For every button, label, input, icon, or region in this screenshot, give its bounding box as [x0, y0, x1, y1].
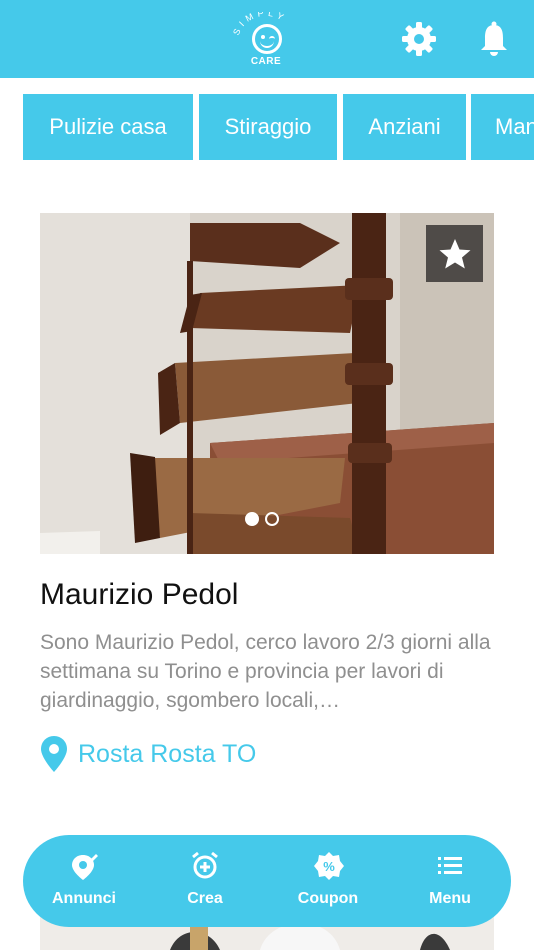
app-header: SIMPLY CARE — [0, 0, 534, 78]
tab-pulizie-casa[interactable]: Pulizie casa — [23, 94, 193, 160]
svg-text:%: % — [323, 859, 335, 874]
nav-menu-label: Menu — [429, 890, 471, 907]
nav-coupon-label: Coupon — [297, 890, 359, 907]
smiley-icon — [252, 24, 282, 54]
percent-badge-icon: % — [314, 852, 344, 880]
bottom-navigation: Annunci Crea % Coupon Menu — [23, 835, 511, 927]
tab-man[interactable]: Man — [471, 94, 534, 160]
nav-crea-label: Crea — [187, 890, 223, 907]
location-label: Rosta Rosta TO — [78, 739, 257, 768]
logo-sub-label: CARE — [250, 56, 282, 67]
listing-title[interactable]: Maurizio Pedol — [40, 578, 238, 612]
simply-care-logo: SIMPLY CARE — [232, 12, 300, 70]
nav-annunci[interactable]: Annunci — [34, 835, 134, 927]
listing-description: Sono Maurizio Pedol, cerco lavoro 2/3 gi… — [40, 631, 491, 712]
tag-edit-icon — [72, 854, 98, 880]
star-icon — [439, 238, 470, 268]
nav-menu[interactable]: Menu — [400, 835, 500, 927]
listing-location[interactable]: Rosta Rosta TO — [40, 734, 256, 774]
bell-icon[interactable] — [475, 20, 513, 58]
tab-stiraggio[interactable]: Stiraggio — [199, 94, 337, 160]
tab-anziani[interactable]: Anziani — [343, 94, 466, 160]
gear-icon[interactable] — [400, 20, 438, 58]
carousel-dot-2[interactable] — [265, 512, 279, 526]
location-pin-icon — [41, 736, 67, 772]
alarm-add-icon — [192, 851, 218, 879]
nav-coupon[interactable]: % Coupon — [278, 835, 378, 927]
list-icon — [438, 857, 462, 874]
category-tabs: Pulizie casa Stiraggio Anziani Man — [0, 94, 534, 160]
favorite-button[interactable] — [426, 225, 483, 282]
carousel-indicator — [245, 512, 279, 526]
nav-annunci-label: Annunci — [52, 890, 116, 907]
carousel-dot-1[interactable] — [245, 512, 259, 526]
nav-crea[interactable]: Crea — [155, 835, 255, 927]
